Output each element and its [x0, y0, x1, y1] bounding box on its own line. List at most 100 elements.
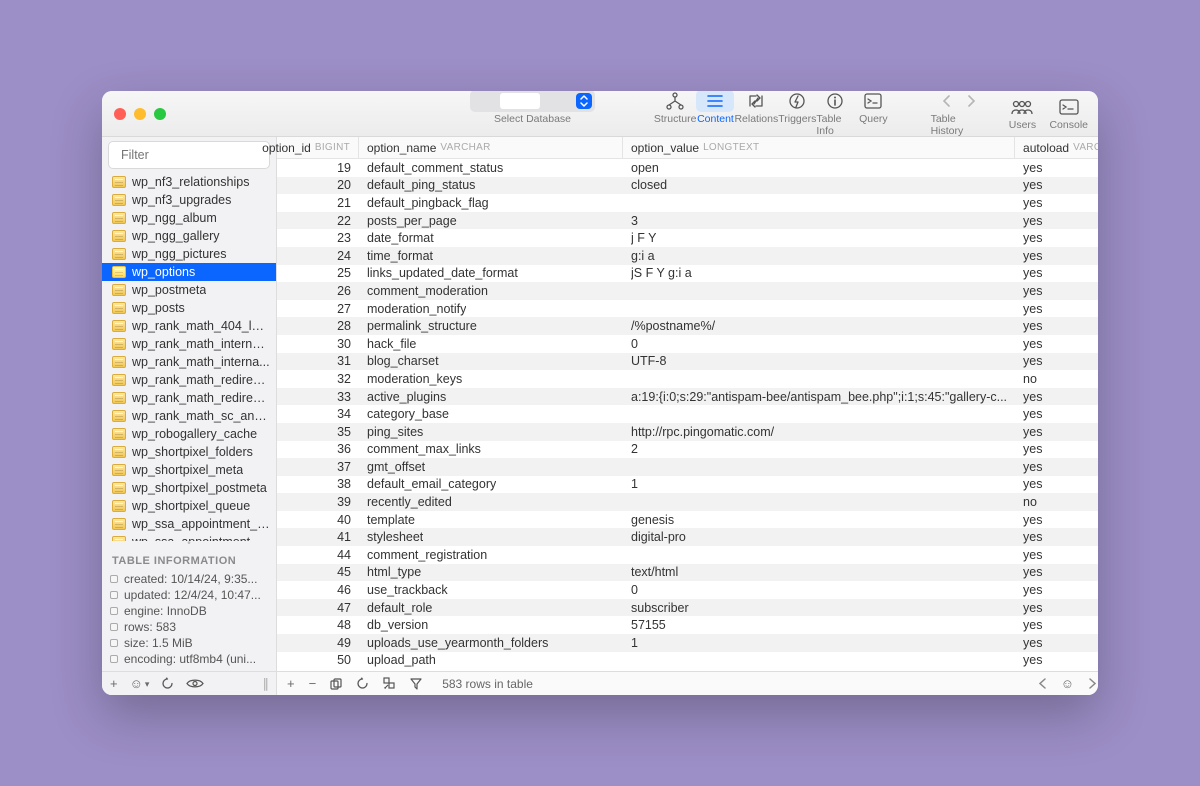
- cell-autoload[interactable]: yes: [1015, 388, 1098, 406]
- cell-option-name[interactable]: default_email_category: [359, 476, 623, 494]
- data-row[interactable]: 50upload_pathyes: [277, 652, 1098, 670]
- cell-option-name[interactable]: gmt_offset: [359, 458, 623, 476]
- cell-option-id[interactable]: 35: [277, 423, 359, 441]
- cell-option-id[interactable]: 36: [277, 441, 359, 459]
- table-row[interactable]: wp_ngg_pictures: [102, 245, 276, 263]
- cell-option-name[interactable]: hack_file: [359, 335, 623, 353]
- cell-autoload[interactable]: yes: [1015, 546, 1098, 564]
- cell-option-name[interactable]: posts_per_page: [359, 212, 623, 230]
- cell-option-id[interactable]: 41: [277, 528, 359, 546]
- cell-option-name[interactable]: comment_max_links: [359, 441, 623, 459]
- tab-tableinfo[interactable]: Table Info: [816, 91, 854, 137]
- cell-option-id[interactable]: 47: [277, 599, 359, 617]
- cell-autoload[interactable]: yes: [1015, 423, 1098, 441]
- cell-option-id[interactable]: 46: [277, 581, 359, 599]
- cell-option-id[interactable]: 27: [277, 300, 359, 318]
- data-row[interactable]: 39recently_editedno: [277, 493, 1098, 511]
- table-row[interactable]: wp_options: [102, 263, 276, 281]
- cell-option-value[interactable]: digital-pro: [623, 528, 1015, 546]
- cell-autoload[interactable]: yes: [1015, 476, 1098, 494]
- cell-option-name[interactable]: use_trackback: [359, 581, 623, 599]
- cell-autoload[interactable]: yes: [1015, 441, 1098, 459]
- history-forward-button[interactable]: [960, 91, 982, 112]
- cell-option-id[interactable]: 50: [277, 652, 359, 670]
- cell-autoload[interactable]: yes: [1015, 317, 1098, 335]
- cell-option-name[interactable]: ping_sites: [359, 423, 623, 441]
- data-row[interactable]: 31blog_charsetUTF-8yes: [277, 353, 1098, 371]
- cell-option-value[interactable]: [623, 546, 1015, 564]
- data-row[interactable]: 36comment_max_links2yes: [277, 441, 1098, 459]
- filter-rows-button[interactable]: [410, 678, 422, 690]
- data-row[interactable]: 32moderation_keysno: [277, 370, 1098, 388]
- page-prev-button[interactable]: [1038, 678, 1047, 689]
- cell-autoload[interactable]: yes: [1015, 335, 1098, 353]
- cell-autoload[interactable]: no: [1015, 493, 1098, 511]
- cell-option-id[interactable]: 25: [277, 265, 359, 283]
- cell-option-value[interactable]: [623, 652, 1015, 670]
- page-menu-button[interactable]: ☺: [1061, 676, 1074, 691]
- cell-option-value[interactable]: 1: [623, 476, 1015, 494]
- cell-option-name[interactable]: moderation_keys: [359, 370, 623, 388]
- cell-option-name[interactable]: date_format: [359, 229, 623, 247]
- cell-option-name[interactable]: stylesheet: [359, 528, 623, 546]
- data-row[interactable]: 19default_comment_statusopenyes: [277, 159, 1098, 177]
- cell-option-id[interactable]: 37: [277, 458, 359, 476]
- sidebar-collapse-handle[interactable]: ∥: [263, 676, 269, 692]
- cell-option-id[interactable]: 49: [277, 634, 359, 652]
- cell-option-value[interactable]: subscriber: [623, 599, 1015, 617]
- data-row[interactable]: 25links_updated_date_formatjS F Y g:i ay…: [277, 265, 1098, 283]
- table-filter-input[interactable]: [121, 148, 282, 162]
- cell-option-value[interactable]: closed: [623, 177, 1015, 195]
- data-row[interactable]: 26comment_moderationyes: [277, 282, 1098, 300]
- table-filter-search[interactable]: [108, 141, 270, 169]
- cell-autoload[interactable]: yes: [1015, 634, 1098, 652]
- cell-option-id[interactable]: 19: [277, 159, 359, 177]
- cell-autoload[interactable]: yes: [1015, 212, 1098, 230]
- cell-option-id[interactable]: 45: [277, 564, 359, 582]
- data-row[interactable]: 34category_baseyes: [277, 405, 1098, 423]
- table-body[interactable]: 19default_comment_statusopenyes20default…: [277, 159, 1098, 671]
- data-row[interactable]: 33active_pluginsa:19:{i:0;s:29:"antispam…: [277, 388, 1098, 406]
- cell-option-name[interactable]: default_comment_status: [359, 159, 623, 177]
- cell-option-name[interactable]: default_role: [359, 599, 623, 617]
- cell-option-name[interactable]: moderation_notify: [359, 300, 623, 318]
- data-row[interactable]: 46use_trackback0yes: [277, 581, 1098, 599]
- cell-option-value[interactable]: [623, 300, 1015, 318]
- cell-option-value[interactable]: 1: [623, 634, 1015, 652]
- cell-autoload[interactable]: yes: [1015, 300, 1098, 318]
- cell-option-id[interactable]: 32: [277, 370, 359, 388]
- tab-triggers[interactable]: Triggers: [778, 91, 816, 137]
- minimize-window-button[interactable]: [134, 108, 146, 120]
- cell-option-name[interactable]: default_ping_status: [359, 177, 623, 195]
- table-row[interactable]: wp_shortpixel_queue: [102, 497, 276, 515]
- data-row[interactable]: 44comment_registrationyes: [277, 546, 1098, 564]
- table-row[interactable]: wp_ngg_gallery: [102, 227, 276, 245]
- tab-structure[interactable]: Structure: [654, 91, 697, 137]
- cell-autoload[interactable]: yes: [1015, 511, 1098, 529]
- cell-autoload[interactable]: yes: [1015, 194, 1098, 212]
- table-row[interactable]: wp_nf3_relationships: [102, 173, 276, 191]
- cell-option-value[interactable]: 0: [623, 335, 1015, 353]
- data-row[interactable]: 22posts_per_page3yes: [277, 212, 1098, 230]
- add-row-button[interactable]: +: [287, 676, 295, 691]
- table-row[interactable]: wp_ngg_album: [102, 209, 276, 227]
- tab-query[interactable]: Query: [854, 91, 892, 137]
- cell-option-value[interactable]: open: [623, 159, 1015, 177]
- table-actions-button[interactable]: ☺▾: [130, 676, 150, 691]
- table-row[interactable]: wp_rank_math_404_logs: [102, 317, 276, 335]
- cell-option-id[interactable]: 28: [277, 317, 359, 335]
- cell-option-name[interactable]: db_version: [359, 616, 623, 634]
- cell-option-name[interactable]: comment_moderation: [359, 282, 623, 300]
- duplicate-row-button[interactable]: [330, 678, 342, 690]
- tab-relations[interactable]: Relations: [734, 91, 778, 137]
- cell-autoload[interactable]: yes: [1015, 652, 1098, 670]
- table-row[interactable]: wp_shortpixel_postmeta: [102, 479, 276, 497]
- cell-option-value[interactable]: [623, 493, 1015, 511]
- table-row[interactable]: wp_postmeta: [102, 281, 276, 299]
- table-row[interactable]: wp_nf3_upgrades: [102, 191, 276, 209]
- data-row[interactable]: 37gmt_offsetyes: [277, 458, 1098, 476]
- data-row[interactable]: 35ping_siteshttp://rpc.pingomatic.com/ye…: [277, 423, 1098, 441]
- data-row[interactable]: 49uploads_use_yearmonth_folders1yes: [277, 634, 1098, 652]
- cell-option-name[interactable]: category_base: [359, 405, 623, 423]
- cell-option-value[interactable]: g:i a: [623, 247, 1015, 265]
